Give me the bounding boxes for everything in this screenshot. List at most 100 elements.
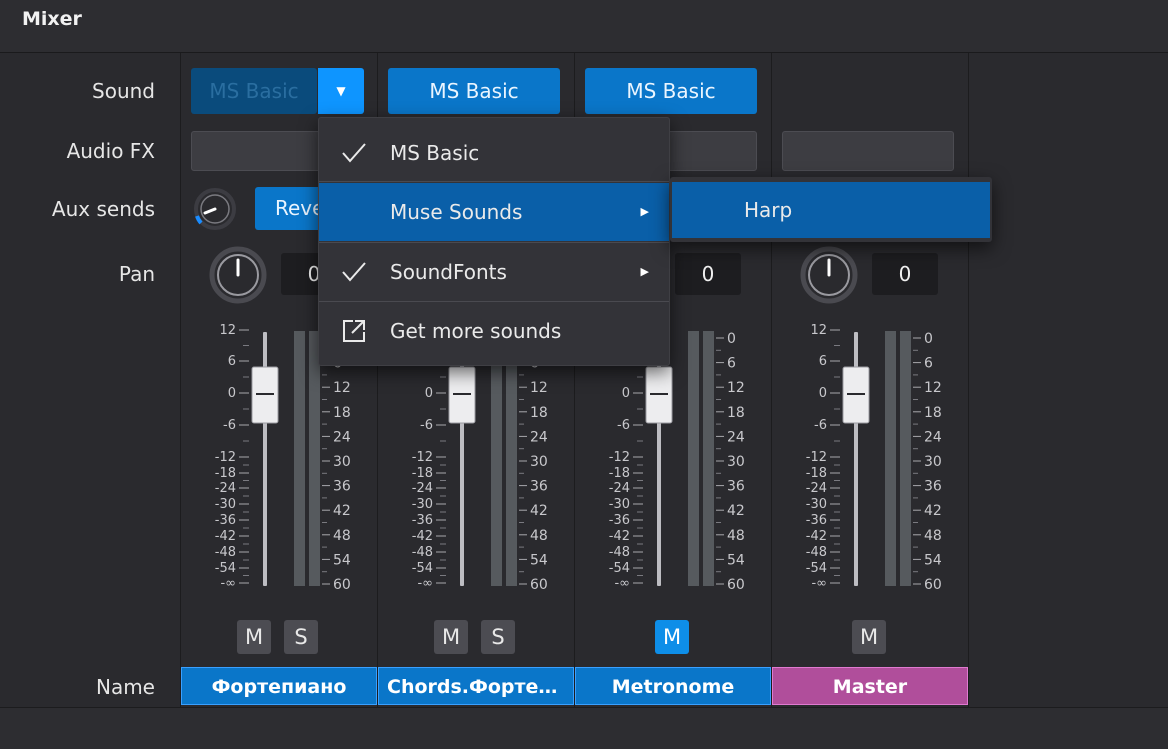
level-meter-right <box>506 331 517 586</box>
volume-tick-label: -6 <box>420 418 433 433</box>
meter-tick-label: 24 <box>530 429 548 445</box>
channel-name[interactable]: Metronome <box>575 667 771 705</box>
volume-tick-label: -42 <box>609 529 630 544</box>
meter-tick-label: 18 <box>530 405 548 421</box>
level-meter-left <box>491 331 502 586</box>
meter-tick-label: 18 <box>333 405 351 421</box>
volume-tick-label: -48 <box>412 545 433 560</box>
volume-tick-label: -48 <box>609 545 630 560</box>
meter-tick-label: 60 <box>727 577 745 593</box>
level-meter-left <box>294 331 305 586</box>
meter-tick-label: 0 <box>727 331 736 347</box>
volume-fader[interactable]: 1260-6-12-18-24-30-36-42-48-54-∞06121824… <box>772 318 968 608</box>
volume-tick-label: -24 <box>806 481 827 496</box>
volume-tick-label: 0 <box>819 386 827 401</box>
muse-sounds-submenu: Harp <box>670 177 992 242</box>
mute-button[interactable]: M <box>237 620 271 654</box>
volume-tick-label: 0 <box>622 386 630 401</box>
channel-name[interactable]: Chords.Фортепиано <box>378 667 574 705</box>
meter-tick-label: 6 <box>727 356 736 372</box>
volume-tick-label: -36 <box>412 513 433 528</box>
volume-tick-label: -24 <box>609 481 630 496</box>
volume-tick-label: -42 <box>215 529 236 544</box>
meter-tick-label: 12 <box>924 380 942 396</box>
audio-fx-slot[interactable] <box>782 131 954 171</box>
title-bar: Mixer <box>0 0 1168 53</box>
meter-tick-label: 42 <box>924 503 942 519</box>
fader-scale: 1260-6-12-18-24-30-36-42-48-54-∞06121824… <box>806 323 942 593</box>
submenu-arrow-icon: ▶ <box>640 205 649 218</box>
pan-knob[interactable] <box>800 246 858 304</box>
aux-send-knob[interactable] <box>194 188 236 230</box>
meter-tick-label: 12 <box>727 380 745 396</box>
submenu-item-harp[interactable]: Harp <box>672 182 990 238</box>
row-label-sound: Sound <box>92 79 155 103</box>
volume-tick-label: -6 <box>617 418 630 433</box>
meter-tick-label: 24 <box>924 429 942 445</box>
volume-tick-label: -∞ <box>220 576 236 591</box>
meter-tick-label: 54 <box>333 552 351 568</box>
sound-button[interactable]: MS Basic <box>388 68 560 114</box>
volume-tick-label: -18 <box>412 466 433 481</box>
meter-tick-label: 54 <box>727 552 745 568</box>
meter-tick-label: 60 <box>333 577 351 593</box>
meter-tick-label: 12 <box>333 380 351 396</box>
pan-value[interactable]: 0 <box>872 253 938 295</box>
meter-tick-label: 0 <box>924 331 933 347</box>
meter-tick-label: 60 <box>924 577 942 593</box>
volume-tick-label: -12 <box>412 450 433 465</box>
menu-item-ms-basic[interactable]: MS Basic <box>319 124 669 182</box>
meter-tick-label: 42 <box>530 503 548 519</box>
volume-tick-label: 0 <box>425 386 433 401</box>
volume-tick-label: -18 <box>609 466 630 481</box>
meter-tick-label: 42 <box>333 503 351 519</box>
meter-tick-label: 60 <box>530 577 548 593</box>
solo-button[interactable]: S <box>481 620 515 654</box>
level-meter-right <box>703 331 714 586</box>
meter-tick-label: 30 <box>924 454 942 470</box>
mute-button[interactable]: M <box>852 620 886 654</box>
volume-tick-label: 12 <box>810 323 827 338</box>
volume-tick-label: -48 <box>806 545 827 560</box>
channel-name[interactable]: Фортепиано <box>181 667 377 705</box>
external-link-icon <box>343 320 365 342</box>
menu-item-get-more-sounds[interactable]: Get more sounds <box>319 302 669 360</box>
menu-divider <box>319 181 669 182</box>
menu-item-soundfonts[interactable]: SoundFonts ▶ <box>319 243 669 301</box>
volume-tick-label: -30 <box>412 497 433 512</box>
panel-title: Mixer <box>22 8 82 30</box>
volume-tick-label: 12 <box>219 323 236 338</box>
meter-tick-label: 36 <box>333 479 351 495</box>
menu-item-label: Get more sounds <box>390 319 562 343</box>
level-meter-left <box>885 331 896 586</box>
meter-tick-label: 30 <box>333 454 351 470</box>
volume-tick-label: -18 <box>806 466 827 481</box>
meter-tick-label: 18 <box>924 405 942 421</box>
checkmark-icon <box>342 143 366 163</box>
volume-tick-label: -6 <box>814 418 827 433</box>
volume-tick-label: -54 <box>806 561 827 576</box>
sound-dropdown-menu: MS Basic Muse Sounds ▶ SoundFonts ▶ Get … <box>318 117 670 366</box>
mute-button[interactable]: M <box>655 620 689 654</box>
pan-knob[interactable] <box>209 246 267 304</box>
sound-button[interactable]: MS Basic <box>585 68 757 114</box>
solo-button[interactable]: S <box>284 620 318 654</box>
submenu-arrow-icon: ▶ <box>640 265 649 278</box>
meter-tick-label: 48 <box>333 528 351 544</box>
channel-strip-master: 0 12 6 0 -6 -12 -18 -24 -30 -36 -42 -48 -54 -∞ 0 6 12 18… <box>771 53 969 707</box>
pan-value[interactable]: 0 <box>675 253 741 295</box>
volume-tick-label: -42 <box>412 529 433 544</box>
menu-item-muse-sounds[interactable]: Muse Sounds ▶ <box>319 183 669 241</box>
volume-tick-label: -30 <box>609 497 630 512</box>
sound-button[interactable]: MS Basic <box>191 68 317 114</box>
meter-tick-label: 6 <box>924 356 933 372</box>
volume-tick-label: -∞ <box>417 576 433 591</box>
mute-button[interactable]: M <box>434 620 468 654</box>
channel-name[interactable]: Master <box>772 667 968 705</box>
volume-tick-label: 0 <box>228 386 236 401</box>
chevron-down-icon[interactable]: ▼ <box>318 68 364 114</box>
meter-tick-label: 42 <box>727 503 745 519</box>
meter-tick-label: 54 <box>924 552 942 568</box>
volume-tick-label: -36 <box>609 513 630 528</box>
volume-tick-label: -6 <box>223 418 236 433</box>
